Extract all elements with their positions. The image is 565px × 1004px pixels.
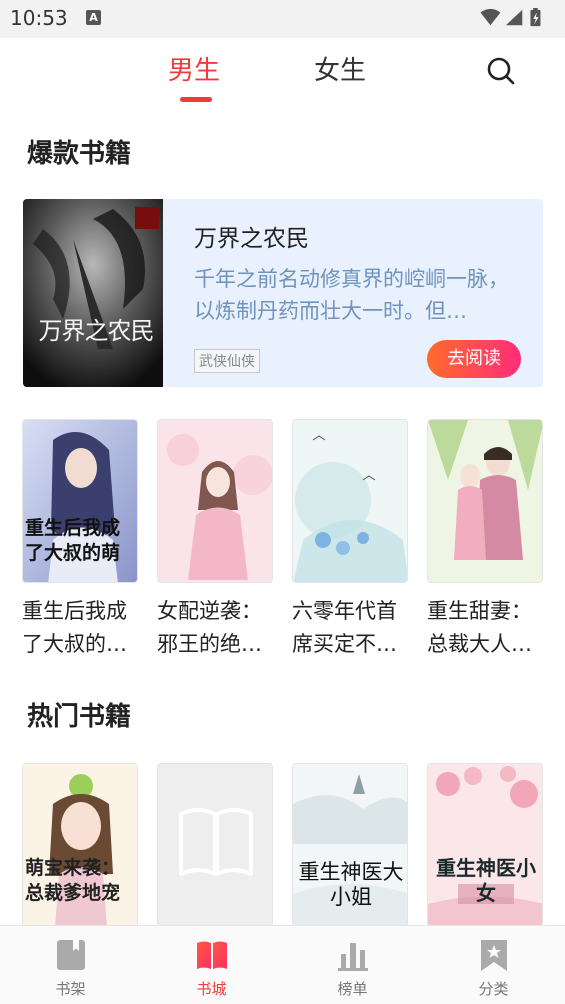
- book-cover-title: 重生神医小女: [436, 856, 536, 905]
- nav-label-categories: 分类: [478, 980, 509, 998]
- featured-book-cover: [23, 199, 163, 387]
- notification-icon: A: [86, 10, 101, 25]
- section-title-popular: 热门书籍: [27, 702, 132, 732]
- book-cover: 重生后我成了大叔的萌: [22, 419, 138, 583]
- nav-item-bookshelf[interactable]: 书架: [0, 926, 141, 1004]
- nav-item-rankings[interactable]: 榜单: [282, 926, 423, 1004]
- tab-active-indicator: [180, 97, 212, 102]
- book-cover-title: 重生后我成了大叔的萌: [25, 517, 121, 564]
- tab-male[interactable]: 男生: [168, 50, 220, 87]
- book-cover: [157, 419, 273, 583]
- book-cover-title: 重生神医大小姐: [298, 860, 404, 909]
- nav-label-rankings: 榜单: [337, 980, 368, 998]
- open-book-icon: [197, 941, 227, 969]
- status-time: 10:53: [10, 6, 68, 30]
- featured-cover-title: 万界之农民: [38, 317, 155, 345]
- book-item[interactable]: 重生神医大小姐: [292, 763, 408, 927]
- book-item[interactable]: 重生神医小女: [427, 763, 543, 927]
- wifi-icon: [480, 8, 501, 26]
- battery-icon: [530, 8, 541, 27]
- book-item[interactable]: 六零年代首席买定不…: [292, 419, 408, 661]
- book-title[interactable]: 重生后我成了大叔的…: [22, 595, 138, 661]
- book-cover: [292, 419, 408, 583]
- nav-label-bookshelf: 书架: [55, 980, 86, 998]
- tab-female[interactable]: 女生: [314, 50, 366, 87]
- book-item[interactable]: [157, 763, 273, 927]
- status-bar: 10:53 A: [0, 0, 565, 38]
- featured-book-title[interactable]: 万界之农民: [194, 219, 309, 253]
- read-button[interactable]: 去阅读: [427, 340, 521, 378]
- featured-book-tag: 武侠仙侠: [194, 349, 260, 373]
- book-cover: 重生神医小女: [427, 763, 543, 927]
- nav-item-bookstore[interactable]: 书城: [141, 926, 282, 1004]
- featured-book-description: 千年之前名动修真界的崆峒一脉，以炼制丹药而壮大一时。但…: [194, 267, 509, 323]
- book-cover-placeholder: [157, 763, 273, 927]
- book-cover: 萌宝来袭：总裁爹地宠: [22, 763, 138, 927]
- book-title[interactable]: 女配逆袭：邪王的绝…: [157, 595, 273, 661]
- bar-chart-icon: [338, 943, 368, 971]
- open-book-placeholder-icon: [179, 808, 253, 876]
- book-cover: 重生神医大小姐: [292, 763, 408, 927]
- book-item[interactable]: 重生后我成了大叔的萌 重生后我成了大叔的…: [22, 419, 138, 661]
- book-icon: [57, 940, 85, 970]
- book-cover-title: 萌宝来袭：总裁爹地宠: [25, 857, 121, 904]
- status-icons: [480, 8, 541, 27]
- book-title[interactable]: 重生甜妻：总裁大人…: [427, 595, 543, 661]
- featured-book-card[interactable]: 万界之农民 万界之农民 千年之前名动修真界的崆峒一脉，以炼制丹药而壮大一时。但……: [23, 199, 543, 387]
- signal-icon: [505, 9, 523, 26]
- bookmark-star-icon: [481, 940, 507, 971]
- book-item[interactable]: 萌宝来袭：总裁爹地宠: [22, 763, 138, 927]
- bottom-nav: 书架 书城 榜单 分类: [0, 925, 565, 1004]
- nav-label-bookstore: 书城: [196, 980, 227, 998]
- book-cover: [427, 419, 543, 583]
- nav-item-categories[interactable]: 分类: [423, 926, 564, 1004]
- section-title-hot-sale: 爆款书籍: [27, 139, 132, 169]
- book-item[interactable]: 重生甜妻：总裁大人…: [427, 419, 543, 661]
- book-title[interactable]: 六零年代首席买定不…: [292, 595, 408, 661]
- book-item[interactable]: 女配逆袭：邪王的绝…: [157, 419, 273, 661]
- search-icon[interactable]: [486, 56, 516, 86]
